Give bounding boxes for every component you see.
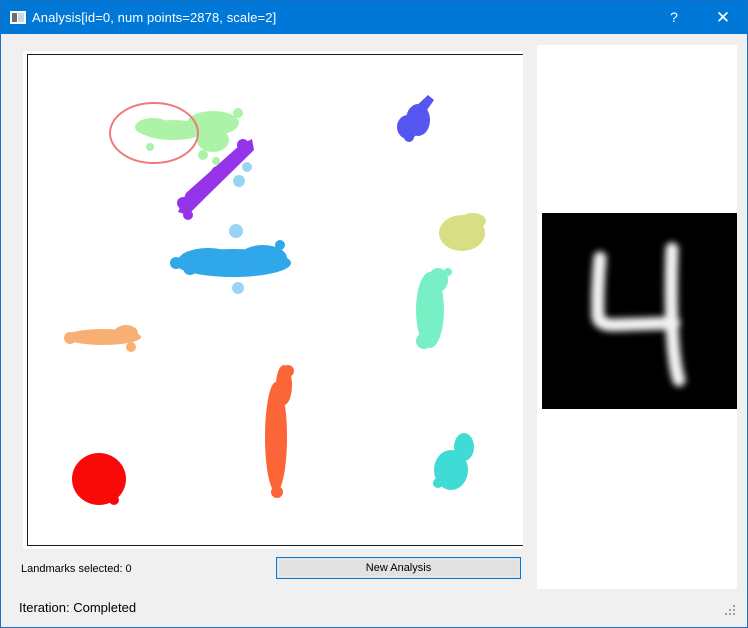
embedding-scatter-plot[interactable] [27,54,523,546]
cluster-red[interactable] [72,453,126,505]
cluster-light-green[interactable] [135,108,243,165]
new-analysis-button[interactable]: New Analysis [276,557,521,579]
embedding-plot-panel [23,51,523,549]
size-grip-icon[interactable] [725,605,737,617]
sample-preview-panel [537,45,737,589]
cluster-orange[interactable] [64,325,141,352]
cluster-turquoise[interactable] [433,433,474,490]
cluster-indigo[interactable] [397,95,434,142]
digit-image [542,213,737,409]
cluster-aquamarine[interactable] [416,268,452,349]
close-button[interactable]: ✕ [700,1,746,34]
cluster-khaki[interactable] [439,213,486,251]
window-title: Analysis[id=0, num points=2878, scale=2] [32,10,277,25]
new-analysis-label: New Analysis [365,562,432,574]
scatter-canvas[interactable] [28,55,523,546]
title-bar[interactable]: Analysis[id=0, num points=2878, scale=2]… [1,1,747,34]
digit-image-drawing [591,242,686,387]
help-button[interactable]: ? [651,1,697,34]
cluster-vermilion[interactable] [265,365,294,498]
cluster-sky-blue[interactable] [170,240,291,277]
app-window-icon [10,11,26,24]
analysis-window: Analysis[id=0, num points=2878, scale=2]… [0,0,748,628]
iteration-status: Iteration: Completed [19,600,137,615]
landmarks-selected-label: Landmarks selected: 0 [21,563,132,575]
